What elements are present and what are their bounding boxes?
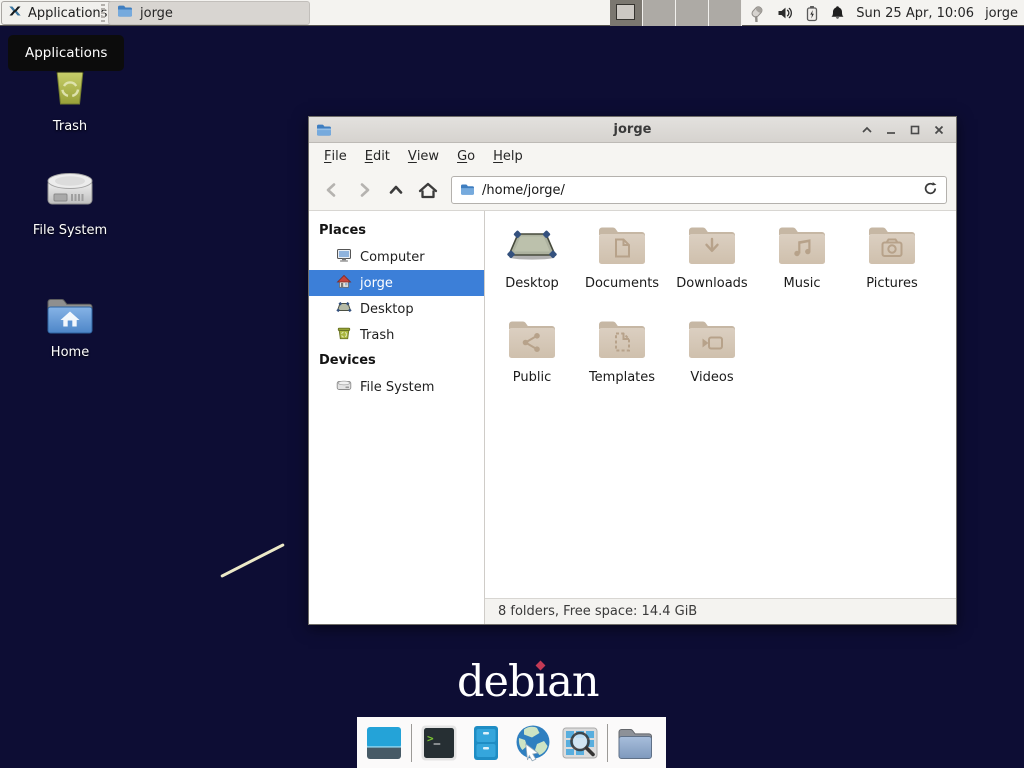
computer-icon (336, 247, 352, 267)
debian-logo: debıan (457, 660, 599, 705)
desktop: Trash File System Home debıan (0, 0, 1024, 768)
file-item-downloads[interactable]: Downloads (667, 223, 757, 317)
desktop-icon-file-system[interactable]: File System (25, 168, 115, 238)
terminal-button[interactable]: >_ (419, 723, 459, 763)
workspace-2[interactable] (643, 0, 676, 26)
folder-music-icon (774, 223, 830, 271)
sidebar-item-computer[interactable]: Computer (309, 244, 484, 270)
taskbar-window-button[interactable]: jorge (108, 1, 310, 25)
directory-menu-button[interactable] (615, 723, 655, 763)
file-view[interactable]: Desktop Documents (485, 211, 956, 598)
back-button[interactable] (318, 176, 346, 204)
forward-button[interactable] (350, 176, 378, 204)
notifications-bell-icon[interactable] (830, 5, 845, 21)
volume-icon[interactable] (777, 5, 794, 21)
hard-drive-icon (44, 168, 96, 218)
desktop-icon-label: Home (51, 345, 89, 360)
terminal-prompt: >_ (427, 732, 440, 745)
file-item-music[interactable]: Music (757, 223, 847, 317)
workspace-window-preview (616, 4, 635, 20)
input-device-icon[interactable] (747, 5, 766, 22)
location-bar[interactable]: /home/jorge/ (451, 176, 947, 204)
stray-line-artifact (220, 543, 285, 578)
desktop-special-icon (504, 223, 560, 271)
location-input[interactable]: /home/jorge/ (482, 183, 923, 198)
menu-file[interactable]: File (315, 143, 356, 170)
sidebar-item-desktop[interactable]: Desktop (309, 296, 484, 322)
debian-logo-i: ı (535, 660, 548, 705)
file-item-desktop[interactable]: Desktop (487, 223, 577, 317)
panel-grip[interactable] (101, 4, 105, 22)
desktop-icon-label: Trash (53, 119, 87, 134)
workspace-4[interactable] (709, 0, 742, 26)
applications-menu-icon (7, 3, 23, 23)
sidebar-item-file-system[interactable]: File System (309, 374, 484, 400)
dock-separator (607, 724, 608, 762)
desktop-icon (336, 299, 352, 319)
trash-small-icon (336, 325, 352, 345)
home-button[interactable] (414, 176, 442, 204)
menu-view[interactable]: View (399, 143, 448, 170)
workspace-1[interactable] (610, 0, 643, 26)
file-item-public[interactable]: Public (487, 317, 577, 411)
dock: >_ (357, 717, 666, 768)
debian-logo-text: an (547, 660, 598, 705)
folder-templates-icon (594, 317, 650, 365)
top-panel: Applications jorge (0, 0, 1024, 26)
sidebar-item-jorge[interactable]: jorge (309, 270, 484, 296)
toolbar: /home/jorge/ (309, 170, 956, 211)
folder-public-icon (504, 317, 560, 365)
house-icon (336, 273, 352, 293)
applications-tooltip: Applications (8, 35, 124, 71)
sidebar-header-places: Places (309, 218, 484, 244)
folder-videos-icon (684, 317, 740, 365)
workspace-switcher[interactable] (610, 0, 742, 26)
close-button[interactable] (930, 121, 948, 139)
app-finder-button[interactable] (560, 723, 600, 763)
applications-menu-button[interactable]: Applications (1, 1, 117, 25)
dock-separator (411, 724, 412, 762)
file-item-videos[interactable]: Videos (667, 317, 757, 411)
window-titlebar[interactable]: jorge (309, 117, 956, 143)
debian-logo-text: deb (457, 660, 535, 705)
desktop-icon-label: File System (33, 223, 107, 238)
taskbar-folder-icon (117, 4, 133, 22)
hard-drive-small-icon (336, 377, 352, 397)
reload-icon[interactable] (923, 181, 938, 200)
folder-documents-icon (594, 223, 650, 271)
menu-bar: File Edit View Go Help (309, 143, 956, 170)
folder-downloads-icon (684, 223, 740, 271)
minimize-button[interactable] (882, 121, 900, 139)
desktop-icon-home[interactable]: Home (25, 294, 115, 360)
panel-clock[interactable]: Sun 25 Apr, 10:06 (856, 6, 974, 21)
web-browser-button[interactable] (513, 723, 553, 763)
workspace-3[interactable] (676, 0, 709, 26)
file-item-pictures[interactable]: Pictures (847, 223, 937, 317)
battery-icon[interactable] (805, 5, 819, 22)
file-manager-window: jorge File Edit View Go Help (308, 116, 957, 625)
maximize-button[interactable] (906, 121, 924, 139)
status-bar: 8 folders, Free space: 14.4 GiB (485, 598, 956, 624)
menu-edit[interactable]: Edit (356, 143, 399, 170)
menu-go[interactable]: Go (448, 143, 484, 170)
status-text: 8 folders, Free space: 14.4 GiB (498, 604, 697, 619)
file-manager-button[interactable] (466, 723, 506, 763)
places-sidebar: Places Computer (309, 211, 485, 624)
sidebar-header-devices: Devices (309, 348, 484, 374)
panel-username[interactable]: jorge (985, 6, 1018, 21)
folder-pictures-icon (864, 223, 920, 271)
home-folder-icon (45, 294, 95, 340)
location-folder-icon (460, 181, 475, 200)
file-item-documents[interactable]: Documents (577, 223, 667, 317)
menu-help[interactable]: Help (484, 143, 532, 170)
file-item-templates[interactable]: Templates (577, 317, 667, 411)
up-button[interactable] (382, 176, 410, 204)
sidebar-item-trash[interactable]: Trash (309, 322, 484, 348)
show-desktop-button[interactable] (364, 723, 404, 763)
shade-button[interactable] (858, 121, 876, 139)
